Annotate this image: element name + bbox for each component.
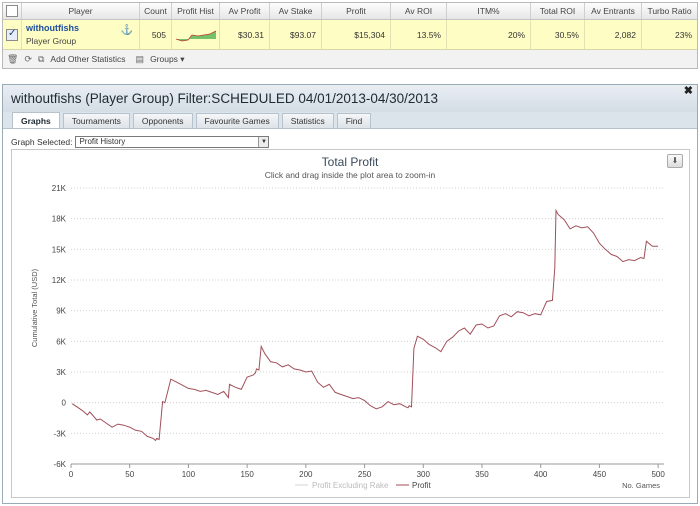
y-tick-label: -3K (54, 429, 67, 438)
y-tick-label: -6K (54, 460, 67, 469)
player-cell[interactable]: withoutfishs Player Group ⚓ (22, 20, 140, 49)
column-header-av-entrants[interactable]: Av Entrants (585, 3, 642, 19)
download-icon[interactable]: ⬇ (667, 154, 683, 168)
y-tick-label: 9K (56, 307, 66, 316)
chart-legend[interactable]: Profit Excluding Rake Profit (295, 481, 431, 490)
column-header-profit[interactable]: Profit (322, 3, 391, 19)
av-stake-cell: $93.07 (270, 20, 322, 49)
trash-icon[interactable]: 🗑 (7, 54, 18, 65)
close-icon[interactable]: ✖ (684, 84, 693, 97)
turbo-ratio-cell: 23% (674, 29, 692, 40)
player-detail-panel: withoutfishs (Player Group) Filter:SCHED… (2, 84, 698, 504)
y-tick-label: 18K (52, 215, 67, 224)
groups-icon: ▤ (135, 53, 145, 64)
column-header-turbo-ratio[interactable]: Turbo Ratio (642, 3, 697, 19)
sparkline-chart (175, 30, 216, 41)
av-profit-cell: $30.31 (220, 20, 270, 49)
x-tick-label: 150 (240, 470, 254, 479)
graph-select-row: Graph Selected: Profit History ▼ (11, 136, 270, 148)
count-cell: 505 (140, 20, 172, 49)
column-header-profit-hist[interactable]: Profit Hist (172, 3, 220, 19)
x-axis-label: No. Games (622, 481, 660, 490)
graph-select-dropdown[interactable]: Profit History ▼ (75, 136, 270, 148)
av-entrants-cell: 2,082 (585, 20, 642, 49)
y-axis-label: Cumulative Total (USD) (30, 268, 39, 347)
select-all-header[interactable] (3, 3, 22, 19)
column-header-av-roi[interactable]: Av ROI (391, 3, 447, 19)
y-tick-label: 21K (52, 184, 67, 193)
tab-tournaments[interactable]: Tournaments (62, 113, 130, 128)
x-tick-label: 350 (475, 470, 489, 479)
x-tick-label: 500 (651, 470, 665, 479)
row-select-cell[interactable] (3, 20, 22, 49)
column-header-count[interactable]: Count (140, 3, 172, 19)
y-tick-label: 6K (56, 337, 66, 346)
x-tick-label: 400 (534, 470, 548, 479)
x-tick-label: 200 (299, 470, 313, 479)
fish-icon[interactable]: ⚓ (121, 25, 133, 36)
graph-selected-label: Graph Selected: (11, 137, 73, 147)
y-tick-label: 12K (52, 276, 67, 285)
profit-cell: $15,304 (322, 20, 391, 49)
row-checkbox[interactable] (6, 28, 18, 41)
chart-subtitle: Click and drag inside the plot area to z… (265, 170, 436, 180)
player-group-label: Player Group (26, 36, 77, 46)
x-tick-label: 50 (125, 470, 134, 479)
x-tick-label: 450 (593, 470, 607, 479)
profit-hist-sparkline (172, 20, 220, 49)
refresh-icon[interactable]: ⟳ (24, 54, 32, 65)
tab-bar: Graphs Tournaments Opponents Favourite G… (3, 112, 697, 129)
legend-profit-excluding-rake: Profit Excluding Rake (312, 481, 389, 490)
add-other-statistics-link[interactable]: Add Other Statistics (50, 54, 125, 64)
legend-profit: Profit (412, 481, 431, 490)
av-roi-cell: 13.5% (391, 20, 447, 49)
column-header-av-profit[interactable]: Av Profit (220, 3, 270, 19)
groups-dropdown[interactable]: Groups ▾ (150, 54, 185, 65)
chart-title: Total Profit (322, 155, 379, 169)
total-roi-cell: 30.5% (531, 20, 585, 49)
table-header-row: Player Count Profit Hist Av Profit Av St… (3, 3, 697, 20)
tab-statistics[interactable]: Statistics (281, 113, 334, 128)
y-tick-label: 3K (56, 368, 66, 377)
stats-toolbar: 🗑 ⟳ ⧉ Add Other Statistics ▤ Groups ▾ (3, 50, 697, 68)
series-line-profit (71, 208, 659, 442)
tab-favourite-games[interactable]: Favourite Games (195, 113, 279, 128)
x-tick-label: 250 (358, 470, 372, 479)
profit-chart-container[interactable]: ⬇ Total Profit Click and drag inside the… (11, 149, 690, 498)
panel-title: withoutfishs (Player Group) Filter:SCHED… (3, 85, 697, 112)
total-profit-chart[interactable]: Total Profit Click and drag inside the p… (12, 150, 689, 497)
x-tick-label: 0 (69, 470, 74, 479)
column-header-av-stake[interactable]: Av Stake (270, 3, 322, 19)
select-all-checkbox[interactable] (6, 5, 18, 17)
x-tick-label: 100 (182, 470, 196, 479)
y-tick-label: 0 (62, 399, 67, 408)
table-row[interactable]: withoutfishs Player Group ⚓ 505 $30.31 $… (3, 20, 697, 50)
column-header-player[interactable]: Player (22, 3, 140, 19)
add-stats-icon: ⧉ (37, 53, 45, 64)
tab-find[interactable]: Find (336, 113, 372, 128)
tab-opponents[interactable]: Opponents (132, 113, 193, 128)
tab-graphs[interactable]: Graphs (12, 112, 60, 128)
player-stats-table: Player Count Profit Hist Av Profit Av St… (2, 2, 698, 69)
itm-cell: 20% (447, 20, 531, 49)
chevron-down-icon[interactable]: ▼ (258, 137, 269, 147)
column-header-itm[interactable]: ITM% (447, 3, 531, 19)
y-tick-label: 15K (52, 245, 67, 254)
column-header-total-roi[interactable]: Total ROI (531, 3, 585, 19)
player-name-link[interactable]: withoutfishs (26, 23, 79, 33)
x-tick-label: 300 (417, 470, 431, 479)
